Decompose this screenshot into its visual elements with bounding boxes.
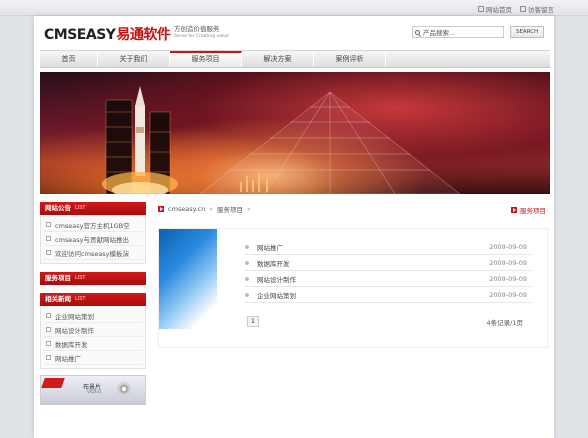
logo-latin: CMSEASY bbox=[44, 27, 116, 43]
notice-title: 网站公告 bbox=[45, 204, 71, 212]
hero-banner bbox=[40, 72, 550, 194]
article-title[interactable]: 企业网站策划 bbox=[257, 290, 296, 300]
home-icon bbox=[478, 6, 484, 12]
article-date: 2009-09-09 bbox=[489, 242, 527, 251]
video-ad-banner[interactable]: 布景片 VIDEO bbox=[40, 375, 146, 405]
header: CMSEASY易通软件 方创造价值服务 Serve for Creating v… bbox=[34, 16, 554, 50]
section-title-text: 服务项目 bbox=[520, 207, 546, 215]
notice-item[interactable]: cmseasy官方主机1GB空 bbox=[44, 218, 142, 232]
bullet-icon bbox=[46, 313, 51, 318]
pagination: 1 4条记录/1页 bbox=[245, 315, 533, 329]
news-header: 相关新闻 LIST bbox=[40, 293, 146, 306]
breadcrumb-separator-icon: » bbox=[247, 205, 251, 213]
slogan-en: Serve for Creating value bbox=[174, 34, 229, 39]
nav-item-cases[interactable]: 案例评析 bbox=[314, 51, 386, 67]
banner-illustration bbox=[40, 72, 550, 194]
notice-header: 网站公告 LIST bbox=[40, 202, 146, 215]
article-row[interactable]: 企业网站策划 2009-09-09 bbox=[245, 287, 533, 303]
services-title: 服务项目 bbox=[45, 274, 71, 282]
news-item[interactable]: 数据库开发 bbox=[44, 337, 142, 351]
news-item[interactable]: 网站推广 bbox=[44, 351, 142, 365]
search-placeholder: 产品搜索... bbox=[423, 29, 456, 37]
bullet-icon bbox=[245, 244, 249, 249]
disc-icon bbox=[117, 382, 131, 396]
ad-subtitle: VIDEO bbox=[87, 390, 102, 395]
article-list-panel: 网站推广 2009-09-09 数据库开发 2009-09-09 网站设计制作 … bbox=[158, 228, 548, 348]
breadcrumb-current[interactable]: 服务项目 bbox=[217, 204, 243, 214]
bullet-icon bbox=[46, 355, 51, 360]
bullet-icon bbox=[46, 341, 51, 346]
notice-list: cmseasy官方主机1GB空 cmseasy与贡献网站推出 欢迎访问cmsea… bbox=[40, 215, 146, 264]
guestbook-icon bbox=[520, 6, 526, 12]
search-button[interactable]: SEARCH bbox=[510, 26, 544, 38]
bullet-icon bbox=[46, 222, 51, 227]
services-title-en: LIST bbox=[75, 275, 86, 281]
bullet-icon bbox=[46, 327, 51, 332]
search-area: 产品搜索... SEARCH bbox=[412, 26, 544, 38]
breadcrumb-arrow-icon bbox=[158, 206, 164, 212]
bullet-icon bbox=[46, 236, 51, 241]
search-input[interactable]: 产品搜索... bbox=[412, 26, 504, 38]
news-title: 相关新闻 bbox=[45, 295, 71, 303]
nav-item-solutions[interactable]: 解决方案 bbox=[242, 51, 314, 67]
main-content: cmseasy.cn » 服务项目 » 服务项目 网站推广 2009-09-09… bbox=[158, 202, 548, 348]
bullet-icon bbox=[245, 260, 249, 265]
breadcrumb-home[interactable]: cmseasy.cn bbox=[168, 205, 205, 213]
article-date: 2009-09-09 bbox=[489, 274, 527, 283]
slogan-cn: 方创造价值服务 bbox=[174, 25, 220, 33]
logo-cn: 易通软件 bbox=[116, 27, 171, 43]
services-header[interactable]: 服务项目 LIST bbox=[40, 272, 146, 285]
home-link[interactable]: 网站首页 bbox=[478, 4, 512, 14]
nav-item-about[interactable]: 关于我们 bbox=[98, 51, 170, 67]
section-title: 服务项目 bbox=[511, 205, 546, 215]
bullet-icon bbox=[46, 250, 51, 255]
guestbook-link[interactable]: 访客留言 bbox=[520, 4, 554, 14]
decorative-graphic bbox=[159, 229, 217, 329]
slogan: 方创造价值服务 Serve for Creating value bbox=[174, 26, 229, 40]
article-row[interactable]: 网站推广 2009-09-09 bbox=[245, 239, 533, 255]
page-container: CMSEASY易通软件 方创造价值服务 Serve for Creating v… bbox=[34, 16, 554, 438]
breadcrumb: cmseasy.cn » 服务项目 » 服务项目 bbox=[158, 202, 548, 216]
bullet-icon bbox=[245, 276, 249, 281]
sidebar: 网站公告 LIST cmseasy官方主机1GB空 cmseasy与贡献网站推出… bbox=[40, 202, 146, 405]
article-row[interactable]: 数据库开发 2009-09-09 bbox=[245, 255, 533, 271]
news-list: 企业网站策划 网站设计制作 数据库开发 网站推广 bbox=[40, 306, 146, 369]
notice-item[interactable]: 欢迎访问cmseasy模板演 bbox=[44, 246, 142, 260]
article-title[interactable]: 网站推广 bbox=[257, 242, 283, 252]
ad-tag bbox=[41, 378, 65, 388]
top-links: 网站首页 访客留言 bbox=[478, 4, 554, 14]
notice-item[interactable]: cmseasy与贡献网站推出 bbox=[44, 232, 142, 246]
nav-item-home[interactable]: 首页 bbox=[40, 51, 98, 67]
search-icon bbox=[415, 29, 420, 35]
section-arrow-icon bbox=[511, 207, 517, 213]
bullet-icon bbox=[245, 292, 249, 297]
article-row[interactable]: 网站设计制作 2009-09-09 bbox=[245, 271, 533, 287]
logo-divider bbox=[164, 26, 165, 42]
pagination-info: 4条记录/1页 bbox=[486, 319, 523, 327]
notice-title-en: LIST bbox=[75, 205, 86, 211]
top-bar: 网站首页 访客留言 bbox=[0, 0, 588, 16]
news-item[interactable]: 网站设计制作 bbox=[44, 323, 142, 337]
main-nav: 首页 关于我们 服务项目 解决方案 案例评析 bbox=[40, 50, 550, 68]
article-list: 网站推广 2009-09-09 数据库开发 2009-09-09 网站设计制作 … bbox=[245, 239, 533, 303]
article-title[interactable]: 数据库开发 bbox=[257, 258, 290, 268]
article-title[interactable]: 网站设计制作 bbox=[257, 274, 296, 284]
article-date: 2009-09-09 bbox=[489, 290, 527, 299]
site-logo[interactable]: CMSEASY易通软件 bbox=[44, 24, 171, 44]
breadcrumb-separator-icon: » bbox=[209, 205, 214, 213]
article-date: 2009-09-09 bbox=[489, 258, 527, 267]
nav-item-services[interactable]: 服务项目 bbox=[170, 51, 242, 67]
news-title-en: LIST bbox=[75, 296, 86, 302]
news-item[interactable]: 企业网站策划 bbox=[44, 309, 142, 323]
page-number-button[interactable]: 1 bbox=[247, 316, 259, 327]
